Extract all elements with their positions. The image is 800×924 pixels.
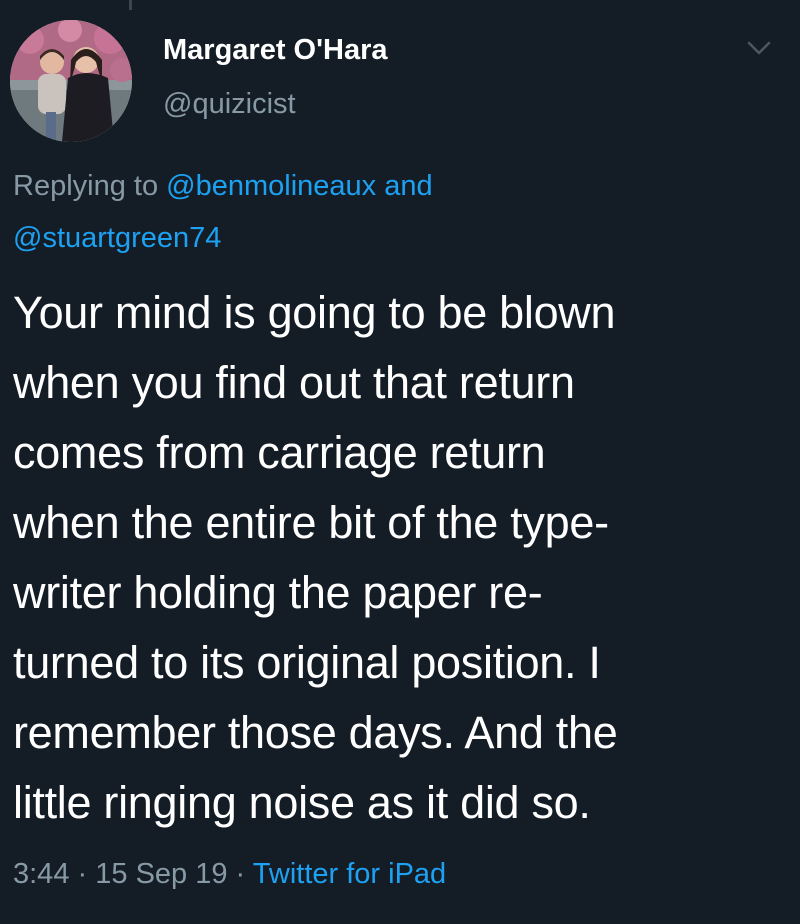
tweet-text: Your mind is going to be blown when you … [13, 287, 618, 828]
tweet-time[interactable]: 3:44 [13, 858, 69, 890]
author-handle[interactable]: @quizicist [163, 88, 296, 121]
meta-separator: · [235, 858, 246, 890]
reply-context: Replying to @benmolineaux and [13, 170, 433, 203]
mention-link-benmolineaux[interactable]: @benmolineaux [166, 170, 376, 202]
reply-prefix: Replying to [13, 170, 159, 202]
avatar-photo [10, 20, 132, 142]
divider [129, 0, 132, 10]
tweet-card: Margaret O'Hara @quizicist Replying to @… [0, 0, 800, 924]
mention-link-stuartgreen74[interactable]: @stuartgreen74 [13, 222, 221, 254]
tweet-date[interactable]: 15 Sep 19 [95, 858, 227, 890]
reply-connector[interactable]: and [384, 170, 432, 202]
tweet-meta: 3:44 · 15 Sep 19 · Twitter for iPad [13, 858, 446, 891]
reply-context-continued: @stuartgreen74 [13, 222, 221, 255]
chevron-down-icon[interactable] [744, 36, 774, 60]
avatar[interactable] [10, 20, 132, 142]
tweet-source-link[interactable]: Twitter for iPad [253, 858, 446, 890]
author-display-name[interactable]: Margaret O'Hara [163, 34, 387, 67]
meta-separator: · [77, 858, 88, 890]
